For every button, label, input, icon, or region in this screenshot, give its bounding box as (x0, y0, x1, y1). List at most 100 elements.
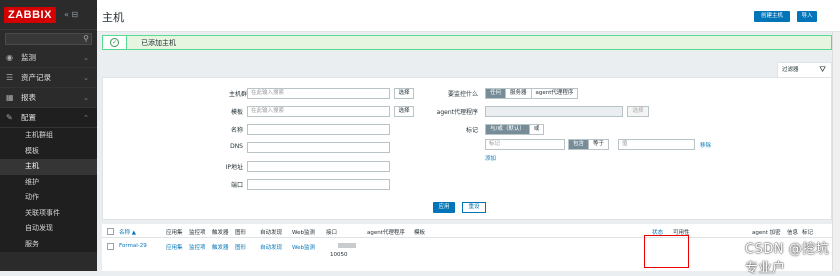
menu-label: 监测 (21, 53, 36, 62)
col-name[interactable]: 名称 ▲ (119, 228, 136, 236)
list-icon: ☰ (6, 73, 14, 82)
filter-tab[interactable]: 过滤器 ⛛ (777, 62, 832, 77)
filter-panel: 主机群组 在此输入搜索 选择 模板 在此输入搜索 选择 名称 DNS IP地址 … (102, 77, 832, 220)
success-message: ✓ 已添加主机 (102, 35, 832, 50)
monitored-by-segmented[interactable]: 任何 服务器 agent代理程序 (485, 88, 579, 99)
zabbix-logo[interactable]: ZABBIX (4, 6, 56, 23)
logo-row: ZABBIX « ⊟ (0, 0, 97, 30)
dns-label: DNS (230, 143, 243, 150)
submenu-templates[interactable]: 模板 (0, 144, 97, 160)
wrench-icon: ✎ (6, 113, 13, 122)
select-all-checkbox[interactable] (107, 228, 114, 235)
create-host-button[interactable]: 创建主机 (754, 11, 790, 22)
col-encryption: agent 加密 (752, 230, 781, 236)
tag-op-equals[interactable]: 等于 (589, 140, 609, 149)
apply-button[interactable]: 应用 (433, 202, 455, 213)
main-content: 主机 创建主机 导入 ✓ 已添加主机 过滤器 ⛛ 主机群组 在此输入搜索 选择 … (97, 0, 840, 276)
host-name-link[interactable]: Formal-29 (119, 243, 147, 249)
col-discovery: 自动发现 (260, 230, 283, 236)
row-items-link[interactable]: 监控项 (189, 243, 206, 251)
chevron-up-icon: ⌃ (83, 113, 89, 122)
row-discovery-link[interactable]: 自动发现 (260, 243, 282, 251)
filter-tab-label: 过滤器 (782, 67, 799, 73)
submenu-services[interactable]: 服务 (0, 237, 97, 253)
monitored-by-proxy[interactable]: agent代理程序 (531, 89, 578, 98)
ip-input[interactable] (247, 161, 390, 172)
hosts-table-header: 名称 ▲ 应用集 监控项 触发器 图形 自动发现 Web监测 接口 agent代… (102, 224, 832, 238)
submenu-discovery[interactable]: 自动发现 (0, 221, 97, 237)
col-applications: 应用集 (166, 230, 183, 236)
submenu-correlation[interactable]: 关联项事件 (0, 206, 97, 222)
submenu-actions[interactable]: 动作 (0, 190, 97, 206)
col-graphs: 图形 (235, 230, 247, 236)
row-web-link[interactable]: Web监测 (292, 243, 315, 251)
reset-button[interactable]: 重设 (462, 202, 486, 213)
submenu-maintenance[interactable]: 维护 (0, 175, 97, 191)
ip-label: IP地址 (225, 164, 243, 171)
import-button[interactable]: 导入 (797, 11, 817, 22)
menu-label: 报表 (21, 93, 36, 102)
tag-op-contains[interactable]: 包含 (569, 140, 590, 149)
monitored-by-label: 要监控什么 (447, 91, 478, 98)
proxy-input[interactable] (485, 106, 623, 117)
tags-eval-and-or[interactable]: 与/或（默认） (486, 125, 530, 134)
proxy-select-button[interactable]: 选择 (627, 106, 649, 117)
search-icon: ⚲ (83, 34, 89, 43)
menu-inventory[interactable]: ☰ 资产记录 ⌄ (0, 68, 97, 88)
tags-eval-segmented[interactable]: 与/或（默认） 或 (485, 124, 545, 135)
menu-monitoring[interactable]: ◉ 监测 ⌄ (0, 48, 97, 68)
tag-remove-link[interactable]: 移除 (700, 141, 711, 149)
check-icon: ✓ (110, 38, 119, 47)
menu-reports[interactable]: ▦ 报表 ⌄ (0, 88, 97, 108)
monitored-by-any[interactable]: 任何 (486, 89, 507, 98)
host-groups-select-button[interactable]: 选择 (394, 88, 414, 99)
col-interface: 接口 (326, 230, 338, 236)
host-groups-label: 主机群组 (228, 91, 253, 98)
redacted-ip (338, 243, 356, 248)
collapse-sidebar-icon[interactable]: « ⊟ (64, 10, 78, 19)
port-label: 端口 (230, 182, 243, 189)
tag-name-input[interactable]: 标记 (485, 139, 565, 150)
proxy-label: agent代理程序 (436, 109, 478, 116)
red-highlight-box (644, 235, 689, 268)
templates-input[interactable]: 在此输入搜索 (247, 106, 390, 117)
templates-label: 模板 (230, 109, 243, 116)
row-graphs-link[interactable]: 图形 (235, 243, 246, 251)
menu-label: 资产记录 (21, 73, 51, 82)
chevron-down-icon: ⌄ (83, 73, 89, 82)
menu-label: 配置 (21, 113, 36, 122)
templates-select-button[interactable]: 选择 (394, 106, 414, 117)
submenu-host-groups[interactable]: 主机群组 (0, 128, 97, 144)
tags-eval-or[interactable]: 或 (529, 125, 544, 134)
tag-operator-segmented[interactable]: 包含 等于 (568, 139, 610, 150)
col-triggers: 触发器 (212, 230, 229, 236)
tag-add-link[interactable]: 添加 (485, 154, 496, 162)
col-templates: 模板 (414, 230, 426, 236)
tags-label: 标记 (465, 127, 478, 134)
row-triggers-link[interactable]: 触发器 (212, 243, 229, 251)
configuration-submenu: 主机群组 模板 主机 维护 动作 关联项事件 自动发现 服务 (0, 128, 97, 252)
page-title: 主机 (102, 11, 124, 24)
row-checkbox[interactable] (107, 243, 114, 250)
name-input[interactable] (247, 124, 390, 135)
table-row: Formal-29 应用集 监控项 触发器 图形 自动发现 Web监测 1005… (102, 238, 832, 271)
dns-input[interactable] (247, 142, 390, 153)
col-tags: 标记 (802, 230, 814, 236)
port-input[interactable] (247, 179, 390, 190)
message-text: 已添加主机 (141, 38, 176, 47)
name-label: 名称 (230, 127, 243, 134)
vertical-scrollbar[interactable] (832, 32, 840, 271)
sidebar-search-input[interactable]: ⚲ (5, 33, 92, 45)
row-interface-port: 10050 (330, 252, 348, 258)
row-applications-link[interactable]: 应用集 (166, 243, 183, 251)
col-web: Web监测 (292, 230, 315, 236)
col-info: 信息 (787, 230, 799, 236)
message-icon-box: ✓ (103, 36, 127, 49)
host-groups-input[interactable]: 在此输入搜索 (247, 88, 390, 99)
monitored-by-server[interactable]: 服务器 (506, 89, 532, 98)
eye-icon: ◉ (6, 53, 13, 62)
tag-value-input[interactable]: 值 (618, 139, 695, 150)
col-items: 监控项 (189, 230, 206, 236)
menu-configuration[interactable]: ✎ 配置 ⌃ (0, 108, 97, 128)
submenu-hosts[interactable]: 主机 (0, 159, 97, 175)
